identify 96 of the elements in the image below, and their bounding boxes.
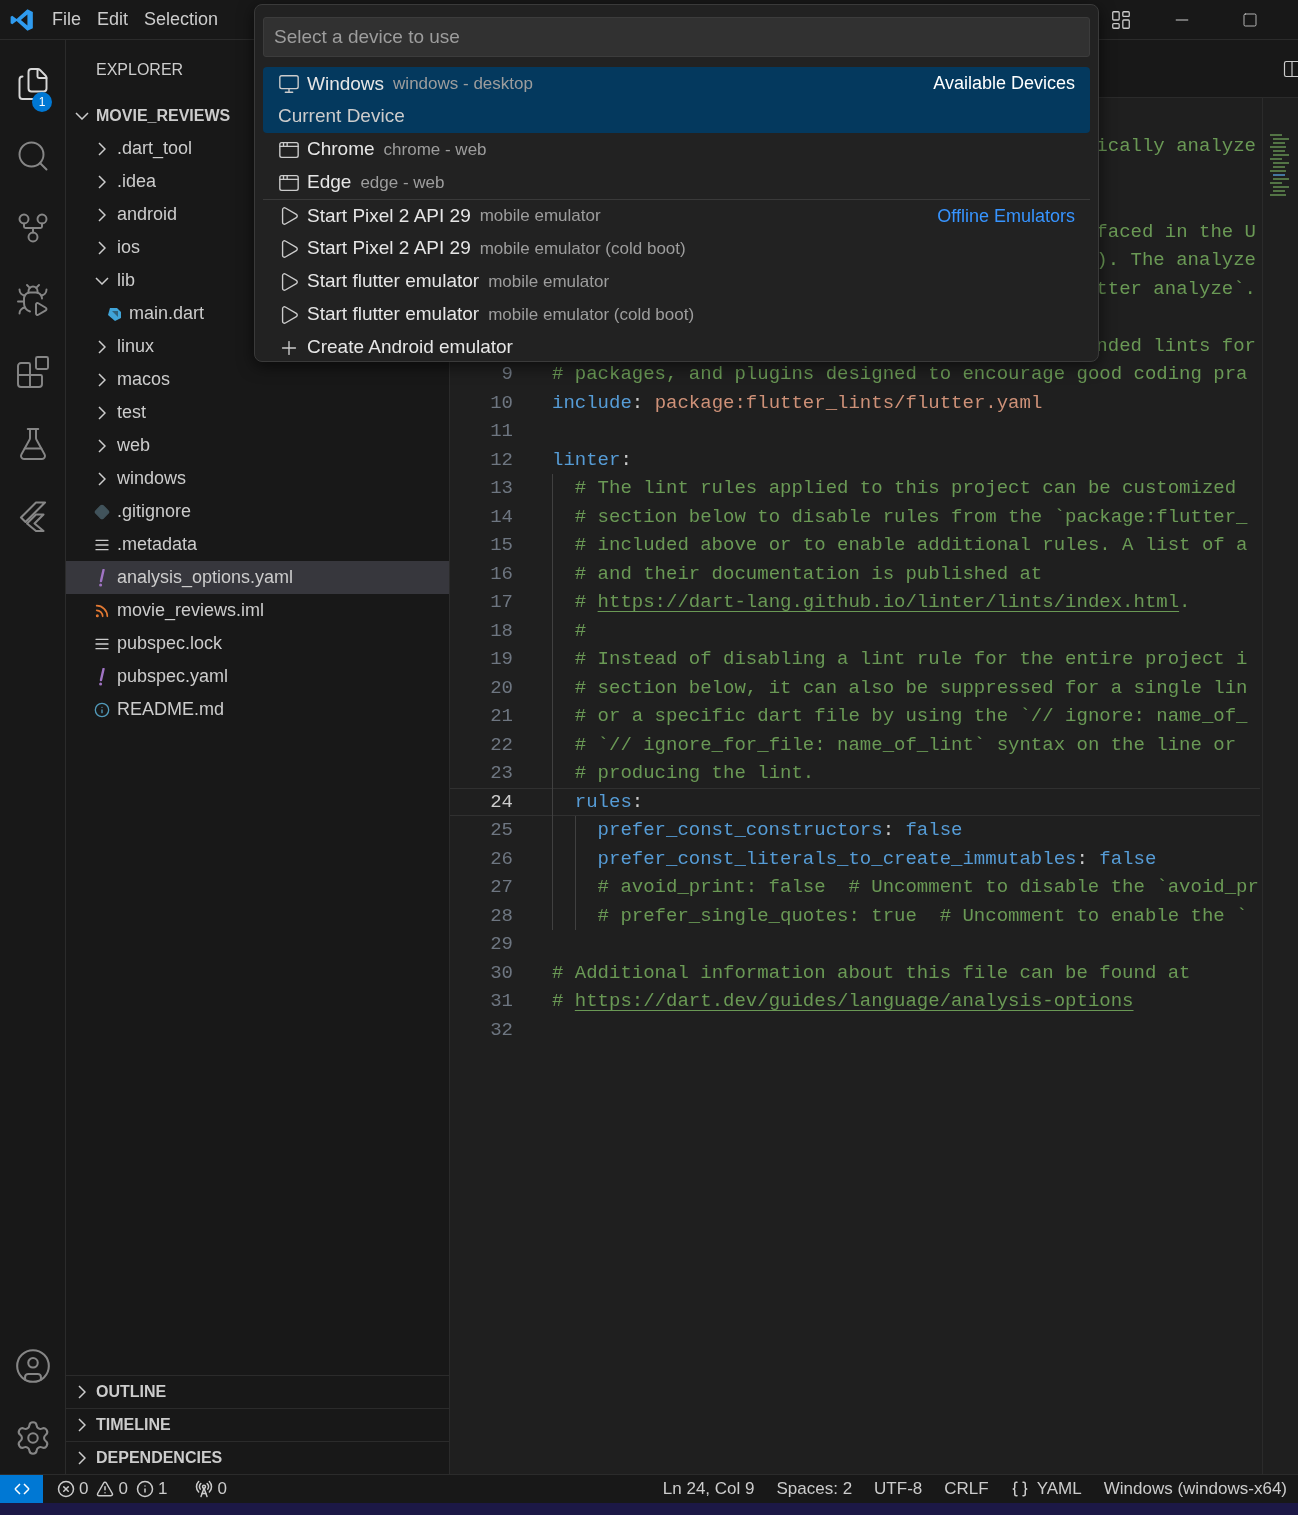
folder-name: windows xyxy=(117,467,187,490)
code-token: # Additional information about this file can be found at xyxy=(552,960,1191,986)
line-number: 20 xyxy=(489,675,513,701)
line-number: 27 xyxy=(489,875,513,900)
line-number: 12 xyxy=(489,447,513,473)
code-token: # xyxy=(574,618,587,644)
line-number: 10 xyxy=(489,390,513,416)
code-token: : xyxy=(1076,846,1089,872)
folder-name: linux xyxy=(117,335,155,358)
device-detail: chrome - web xyxy=(383,138,487,161)
line-number: 13 xyxy=(489,476,513,501)
file-name: .metadata xyxy=(117,533,198,556)
code-token: # `// ignore_for_file: name_of_lint` syntax on the line or xyxy=(574,732,1237,758)
sidebar-title: EXPLORER xyxy=(96,59,184,80)
file-name: movie_reviews.iml xyxy=(117,599,265,623)
code-token: # xyxy=(574,590,588,615)
code-token: # xyxy=(552,989,565,1014)
code-token: include xyxy=(552,390,632,416)
code-token: tter analyze`. xyxy=(1096,276,1256,302)
device-detail: mobile emulator (cold boot) xyxy=(479,237,686,260)
line-number: 17 xyxy=(489,590,513,615)
notification-badge: 1 xyxy=(32,92,52,112)
file-name: main.dart xyxy=(129,302,205,325)
line-number: 31 xyxy=(489,989,513,1014)
device-description: Current Device xyxy=(278,104,406,128)
panel-title: DEPENDENCIES xyxy=(96,1448,223,1468)
code-token: # prefer_single_quotes: true # Uncomment to enable the ` xyxy=(597,903,1248,929)
code-token: : xyxy=(631,390,645,416)
panel-title: TIMELINE xyxy=(96,1415,171,1435)
line-number: 9 xyxy=(500,362,513,387)
code-token: : xyxy=(620,447,632,473)
code-token: # packages, and plugins designed to encourage good coding pra xyxy=(552,362,1248,387)
code-token: ). The analyze xyxy=(1096,248,1256,273)
line-number: 32 xyxy=(489,1017,513,1043)
problem-count: 1 xyxy=(157,1478,168,1501)
code-token: . xyxy=(1179,590,1191,615)
code-token: # Instead of disabling a lint rule for the entire project i xyxy=(574,647,1248,672)
line-number: 28 xyxy=(489,903,513,929)
code-token: package:flutter_lints/flutter.yaml xyxy=(654,390,1043,416)
code-token: # section below to disable rules from the `package:flutter_ xyxy=(574,504,1248,530)
file-name: .gitignore xyxy=(117,500,192,523)
code-token: faced in the U xyxy=(1096,219,1256,245)
problem-count: 0 xyxy=(118,1478,128,1501)
code-token: # and their documentation is published at xyxy=(574,561,1043,587)
device-detail: mobile emulator xyxy=(479,205,601,228)
code-token: prefer_const_literals_to_create_immutables xyxy=(597,846,1077,872)
folder-name: android xyxy=(117,203,178,226)
code-token: prefer_const_constructors xyxy=(597,818,883,843)
code-token: ically analyze xyxy=(1096,134,1256,159)
folder-name: web xyxy=(117,434,151,457)
file-name: pubspec.yaml xyxy=(117,665,229,688)
code-token: : xyxy=(882,818,896,843)
folder-name: ios xyxy=(117,236,140,259)
ports-count: 0 xyxy=(217,1478,227,1501)
device-detail: windows - desktop xyxy=(393,73,533,95)
code-token: # avoid_print: false # Uncomment to disable the `avoid_pr xyxy=(597,875,1259,900)
device-detail: edge - web xyxy=(360,171,445,194)
line-number: 15 xyxy=(489,533,513,558)
line-number: 30 xyxy=(489,960,513,986)
code-token: # producing the lint. xyxy=(574,761,815,786)
line-number: 25 xyxy=(489,818,513,843)
line-number: 19 xyxy=(489,647,513,672)
folder-name: .dart_tool xyxy=(117,137,193,161)
code-token: # The lint rules applied to this project can be customized xyxy=(574,476,1237,501)
problem-count: 0 xyxy=(79,1478,89,1501)
code-token: : xyxy=(631,789,644,815)
file-name: analysis_options.yaml xyxy=(117,566,294,590)
line-number: 24 xyxy=(489,789,513,815)
code-token: # included above or to enable additional rules. A list of a xyxy=(574,533,1248,558)
line-number: 23 xyxy=(489,761,513,786)
code-token: false xyxy=(1099,846,1157,872)
line-number: 18 xyxy=(489,618,513,644)
file-name: README.md xyxy=(117,698,224,721)
device-detail: mobile emulator xyxy=(488,270,610,293)
line-number: 14 xyxy=(489,504,513,530)
line-number: 26 xyxy=(489,846,513,872)
code-token: # section below, it can also be suppressed for a single lin xyxy=(574,675,1248,701)
panel-title: OUTLINE xyxy=(96,1382,167,1402)
line-number: 11 xyxy=(489,419,513,444)
group-label: Offline Emulators xyxy=(937,204,1075,228)
folder-name: .idea xyxy=(117,170,157,193)
folder-name: lib xyxy=(117,269,135,292)
line-number: 21 xyxy=(489,704,513,729)
folder-name: macos xyxy=(117,368,170,391)
file-name: pubspec.lock xyxy=(117,632,223,655)
code-token: # or a specific dart file by using the `// ignore: name_of_ xyxy=(574,704,1248,729)
code-token: rules xyxy=(574,789,632,815)
group-label: Available Devices xyxy=(933,72,1075,96)
line-number: 22 xyxy=(489,732,513,758)
code-token: linter xyxy=(552,447,621,473)
line-number: 16 xyxy=(489,561,513,587)
code-token: false xyxy=(905,818,963,843)
project-name: MOVIE_REVIEWS xyxy=(96,105,231,126)
device-detail: mobile emulator (cold boot) xyxy=(488,303,695,326)
folder-name: test xyxy=(117,401,146,424)
line-number: 29 xyxy=(489,932,513,957)
